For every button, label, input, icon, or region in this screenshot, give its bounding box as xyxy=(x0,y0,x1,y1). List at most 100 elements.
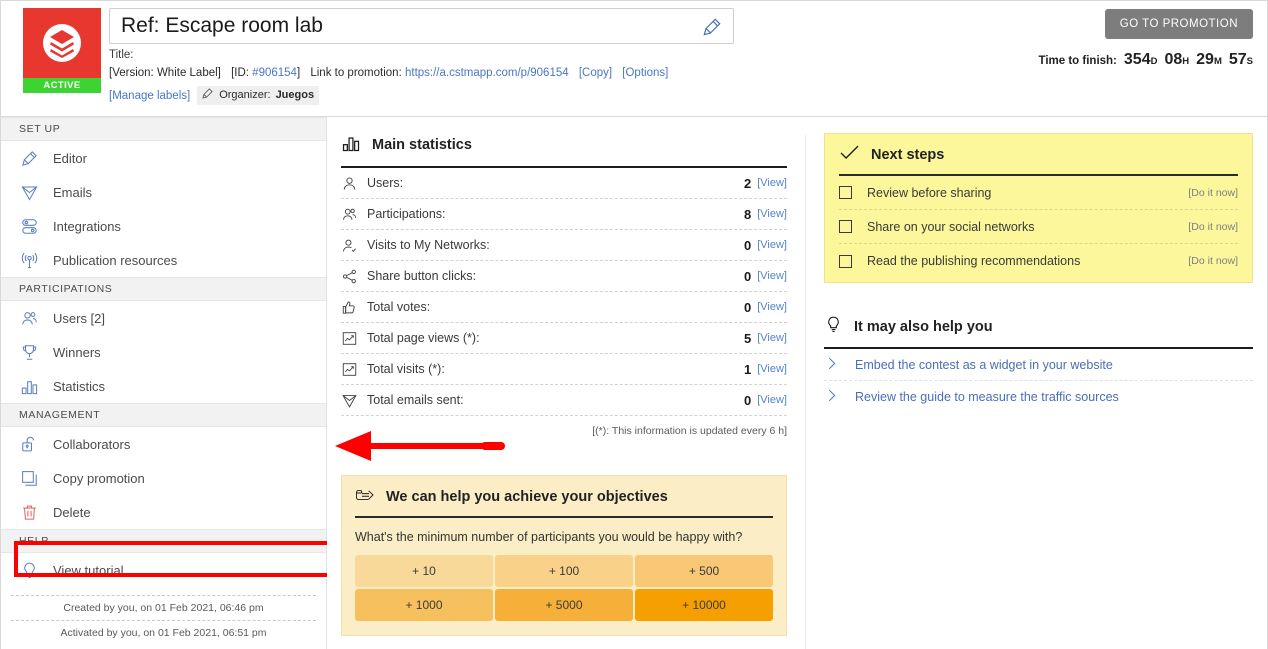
open-lock-icon xyxy=(19,435,39,454)
sidebar-item-publication-resources[interactable]: Publication resources xyxy=(1,243,326,277)
stat-view-link[interactable]: [View] xyxy=(757,177,787,189)
next-step-label: Share on your social networks xyxy=(867,219,1035,234)
stat-view-link[interactable]: [View] xyxy=(757,363,787,375)
copy-link-button[interactable]: [Copy] xyxy=(579,67,612,79)
promotion-meta-line-2: [Manage labels] Organizer: Juegos xyxy=(109,86,967,105)
next-steps-header: Next steps xyxy=(839,144,1238,176)
stat-view-link[interactable]: [View] xyxy=(757,394,787,406)
timer-minutes: 29 xyxy=(1196,51,1214,68)
next-step-do-it-now-link[interactable]: [Do it now] xyxy=(1188,255,1238,267)
paper-plane-icon xyxy=(341,392,363,409)
stat-view-link[interactable]: [View] xyxy=(757,270,787,282)
lightbulb-icon xyxy=(824,315,843,338)
link-to-promotion-label: Link to promotion: xyxy=(310,67,402,79)
timer-hours: 08 xyxy=(1164,51,1183,68)
next-step-label: Review before sharing xyxy=(867,185,992,200)
help-link-label: Embed the contest as a widget in your we… xyxy=(855,357,1113,372)
stat-label: Total page views (*): xyxy=(367,331,480,345)
stat-view-link[interactable]: [View] xyxy=(757,332,787,344)
status-badge: ACTIVE xyxy=(23,78,101,93)
bar-chart-icon xyxy=(19,377,39,396)
stat-row-share-button-clicks: Share button clicks: 0 [View] xyxy=(341,261,787,292)
sidebar-item-winners[interactable]: Winners xyxy=(1,335,326,369)
objective-option-1000[interactable]: + 1000 xyxy=(355,589,493,621)
edit-title-pencil-icon[interactable] xyxy=(701,16,723,43)
sidebar-item-view-tutorial[interactable]: View tutorial xyxy=(1,553,326,587)
paper-plane-icon xyxy=(19,183,39,202)
sidebar-item-label: Winners xyxy=(53,344,101,360)
timer-hours-unit: H xyxy=(1182,56,1190,67)
stat-value: 1 xyxy=(744,361,752,377)
promotion-id-link[interactable]: #906154 xyxy=(252,67,297,79)
help-link-row[interactable]: Review the guide to measure the traffic … xyxy=(824,381,1253,413)
stat-view-link[interactable]: [View] xyxy=(757,239,787,251)
help-link-row[interactable]: Embed the contest as a widget in your we… xyxy=(824,349,1253,381)
sidebar-item-label: Delete xyxy=(53,504,91,520)
chart-line-icon xyxy=(341,330,363,347)
stat-label: Total visits (*): xyxy=(367,362,445,376)
sidebar-section-help-title: HELP xyxy=(1,529,326,553)
broadcast-antenna-icon xyxy=(19,251,39,270)
objective-option-10000[interactable]: + 10000 xyxy=(635,589,773,621)
app-window: ACTIVE Ref: Escape room lab Title: [Vers… xyxy=(0,0,1268,649)
chart-line-icon xyxy=(341,361,363,378)
next-step-checkbox[interactable] xyxy=(839,186,852,199)
copy-icon xyxy=(19,469,39,488)
users-group-icon xyxy=(341,206,363,223)
objectives-title: We can help you achieve your objectives xyxy=(386,489,668,505)
user-check-icon xyxy=(341,237,363,254)
stat-view-link[interactable]: [View] xyxy=(757,301,787,313)
timer-label: Time to finish: xyxy=(1038,55,1117,67)
promotion-meta-line: [Version: White Label] [ID: #906154] Lin… xyxy=(109,67,967,79)
stat-view-link[interactable]: [View] xyxy=(757,208,787,220)
left-column: Main statistics Users: 2 [View] Particip… xyxy=(341,133,787,649)
objective-option-500[interactable]: + 500 xyxy=(635,555,773,587)
objectives-card: We can help you achieve your objectives … xyxy=(341,475,787,636)
next-step-do-it-now-link[interactable]: [Do it now] xyxy=(1188,187,1238,199)
sidebar-footer: Created by you, on 01 Feb 2021, 06:46 pm… xyxy=(1,595,326,645)
checkmark-icon xyxy=(839,144,860,165)
sidebar-item-label: Integrations xyxy=(53,218,121,234)
stat-label: Total votes: xyxy=(367,300,431,314)
go-to-promotion-button[interactable]: GO TO PROMOTION xyxy=(1104,9,1253,39)
sidebar-item-integrations[interactable]: Integrations xyxy=(1,209,326,243)
stat-value: 0 xyxy=(744,268,752,284)
sidebar-item-delete[interactable]: Delete xyxy=(1,495,326,529)
organizer-chip[interactable]: Organizer: Juegos xyxy=(197,86,320,105)
options-button[interactable]: [Options] xyxy=(622,67,668,79)
main-content: Main statistics Users: 2 [View] Particip… xyxy=(327,117,1267,649)
next-step-checkbox[interactable] xyxy=(839,220,852,233)
sidebar-item-editor[interactable]: Editor xyxy=(1,141,326,175)
title-field-label: Title: xyxy=(109,49,134,61)
next-step-do-it-now-link[interactable]: [Do it now] xyxy=(1188,221,1238,233)
objective-option-10[interactable]: + 10 xyxy=(355,555,493,587)
help-you-card: It may also help you Embed the contest a… xyxy=(824,315,1253,413)
promotion-url-link[interactable]: https://a.cstmapp.com/p/906154 xyxy=(405,67,569,79)
version-label: [Version: White Label] xyxy=(109,67,221,79)
server-stack-icon xyxy=(19,217,39,236)
manage-labels-button[interactable]: [Manage labels] xyxy=(109,90,190,102)
sidebar-item-copy-promotion[interactable]: Copy promotion xyxy=(1,461,326,495)
main-statistics-title: Main statistics xyxy=(372,137,472,153)
stat-row-total-emails-sent: Total emails sent: 0 [View] xyxy=(341,385,787,416)
share-icon xyxy=(341,268,363,285)
timer-seconds: 57 xyxy=(1228,51,1247,68)
stat-value: 0 xyxy=(744,237,752,253)
sidebar-item-label: Users [2] xyxy=(53,310,106,326)
organizer-pencil-icon xyxy=(201,87,214,103)
countdown-timer: Time to finish: 354D 08H 29M 57S xyxy=(1039,51,1253,69)
next-step-checkbox[interactable] xyxy=(839,254,852,268)
column-divider xyxy=(805,135,806,649)
sidebar-item-label: Collaborators xyxy=(53,436,131,452)
sidebar-item-statistics[interactable]: Statistics xyxy=(1,369,326,403)
stat-row-total-visits: Total visits (*): 1 [View] xyxy=(341,354,787,385)
sidebar-item-collaborators[interactable]: Collaborators xyxy=(1,427,326,461)
objective-option-5000[interactable]: + 5000 xyxy=(495,589,633,621)
sidebar-item-users[interactable]: Users [2] xyxy=(1,301,326,335)
objective-option-100[interactable]: + 100 xyxy=(495,555,633,587)
sidebar-section-management-title: MANAGEMENT xyxy=(1,403,326,427)
promotion-title-input[interactable]: Ref: Escape room lab xyxy=(109,8,734,44)
sidebar-item-emails[interactable]: Emails xyxy=(1,175,326,209)
stat-label: Visits to My Networks: xyxy=(367,238,490,252)
user-icon xyxy=(341,175,363,192)
